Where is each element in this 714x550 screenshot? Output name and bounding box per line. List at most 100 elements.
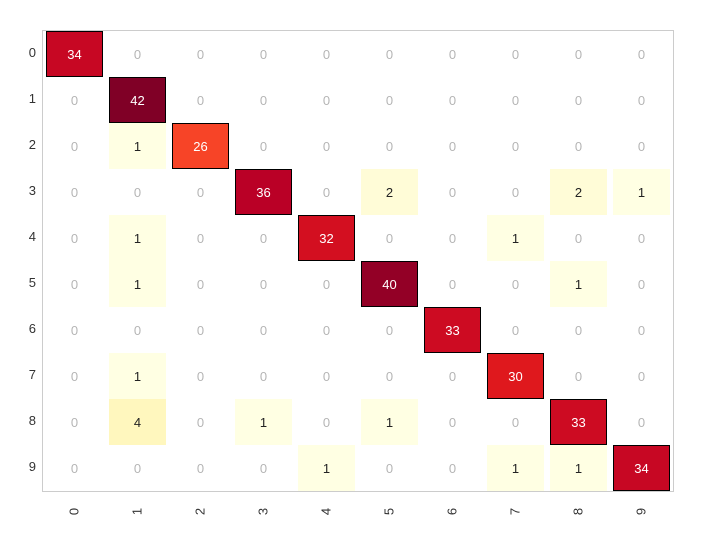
heatmap-cell: 0 bbox=[613, 77, 670, 123]
heatmap-cell: 0 bbox=[46, 399, 103, 445]
heatmap-cell: 0 bbox=[424, 353, 481, 399]
heatmap-cell: 0 bbox=[172, 169, 229, 215]
heatmap-cell: 0 bbox=[487, 169, 544, 215]
heatmap-cell: 0 bbox=[172, 307, 229, 353]
heatmap-cell: 0 bbox=[109, 445, 166, 491]
y-tick-label: 9 bbox=[6, 459, 36, 474]
heatmap-cell: 0 bbox=[487, 123, 544, 169]
heatmap-cell: 1 bbox=[487, 445, 544, 491]
heatmap-cell: 0 bbox=[550, 353, 607, 399]
heatmap-cell: 0 bbox=[235, 261, 292, 307]
heatmap-cell: 0 bbox=[172, 399, 229, 445]
y-tick-label: 2 bbox=[6, 137, 36, 152]
x-tick-label: 4 bbox=[318, 497, 333, 527]
heatmap-cell: 0 bbox=[46, 261, 103, 307]
heatmap-cell: 0 bbox=[46, 445, 103, 491]
heatmap-cell: 0 bbox=[235, 353, 292, 399]
heatmap-cell: 1 bbox=[298, 445, 355, 491]
heatmap-cell: 0 bbox=[235, 445, 292, 491]
heatmap-cell: 30 bbox=[487, 353, 544, 399]
heatmap-cell: 0 bbox=[172, 445, 229, 491]
heatmap-cell: 0 bbox=[109, 169, 166, 215]
heatmap-cell: 0 bbox=[235, 31, 292, 77]
heatmap-cell: 1 bbox=[235, 399, 292, 445]
heatmap-cell: 0 bbox=[487, 399, 544, 445]
heatmap-cell: 0 bbox=[109, 307, 166, 353]
heatmap-cell: 2 bbox=[550, 169, 607, 215]
heatmap-cell: 0 bbox=[172, 261, 229, 307]
heatmap-cell: 1 bbox=[361, 399, 418, 445]
heatmap-cell: 0 bbox=[235, 215, 292, 261]
heatmap-cell: 0 bbox=[46, 215, 103, 261]
x-tick-label: 2 bbox=[192, 497, 207, 527]
heatmap-cell: 0 bbox=[172, 215, 229, 261]
heatmap-cell: 0 bbox=[298, 307, 355, 353]
heatmap-cell: 0 bbox=[424, 169, 481, 215]
heatmap-cell: 34 bbox=[613, 445, 670, 491]
heatmap-cell: 26 bbox=[172, 123, 229, 169]
x-tick-label: 3 bbox=[255, 497, 270, 527]
plot-area: 3400000000004200000000012600000000003602… bbox=[42, 30, 674, 492]
y-tick-label: 3 bbox=[6, 183, 36, 198]
heatmap-cell: 0 bbox=[298, 123, 355, 169]
heatmap-cell: 0 bbox=[361, 307, 418, 353]
y-tick-label: 5 bbox=[6, 275, 36, 290]
heatmap-cell: 0 bbox=[298, 31, 355, 77]
heatmap-cell: 0 bbox=[361, 215, 418, 261]
heatmap-cell: 0 bbox=[550, 77, 607, 123]
heatmap-cell: 0 bbox=[550, 215, 607, 261]
heatmap-cell: 0 bbox=[613, 215, 670, 261]
heatmap-cell: 0 bbox=[361, 445, 418, 491]
heatmap-cell: 1 bbox=[109, 215, 166, 261]
heatmap-cell: 0 bbox=[424, 399, 481, 445]
heatmap-cell: 1 bbox=[109, 261, 166, 307]
heatmap-cell: 33 bbox=[550, 399, 607, 445]
x-tick-label: 1 bbox=[129, 497, 144, 527]
heatmap-cell: 0 bbox=[424, 215, 481, 261]
heatmap-cell: 0 bbox=[235, 307, 292, 353]
x-tick-label: 6 bbox=[444, 497, 459, 527]
heatmap-cell: 0 bbox=[46, 77, 103, 123]
heatmap-cell: 0 bbox=[613, 307, 670, 353]
heatmap-cell: 0 bbox=[613, 399, 670, 445]
y-tick-label: 0 bbox=[6, 45, 36, 60]
heatmap-chart: 3400000000004200000000012600000000003602… bbox=[0, 0, 714, 550]
heatmap-cell: 0 bbox=[487, 307, 544, 353]
heatmap-cell: 36 bbox=[235, 169, 292, 215]
heatmap-cell: 0 bbox=[298, 169, 355, 215]
heatmap-cell: 0 bbox=[172, 77, 229, 123]
heatmap-cell: 0 bbox=[613, 261, 670, 307]
heatmap-cell: 0 bbox=[424, 261, 481, 307]
heatmap-cell: 1 bbox=[613, 169, 670, 215]
heatmap-cell: 0 bbox=[235, 123, 292, 169]
heatmap-cell: 1 bbox=[109, 123, 166, 169]
heatmap-cell: 0 bbox=[298, 261, 355, 307]
heatmap-cell: 1 bbox=[109, 353, 166, 399]
heatmap-cell: 0 bbox=[46, 307, 103, 353]
y-tick-label: 6 bbox=[6, 321, 36, 336]
heatmap-cell: 0 bbox=[172, 31, 229, 77]
heatmap-cell: 1 bbox=[550, 445, 607, 491]
heatmap-cell: 40 bbox=[361, 261, 418, 307]
heatmap-cell: 0 bbox=[613, 353, 670, 399]
heatmap-cell: 42 bbox=[109, 77, 166, 123]
heatmap-cell: 0 bbox=[613, 31, 670, 77]
heatmap-cell: 0 bbox=[550, 31, 607, 77]
heatmap-cell: 0 bbox=[361, 123, 418, 169]
heatmap-cell: 0 bbox=[424, 445, 481, 491]
x-tick-label: 8 bbox=[570, 497, 585, 527]
heatmap-cell: 0 bbox=[46, 123, 103, 169]
heatmap-cell: 0 bbox=[487, 261, 544, 307]
heatmap-cell: 0 bbox=[361, 353, 418, 399]
heatmap-cell: 0 bbox=[46, 169, 103, 215]
heatmap-cell: 0 bbox=[424, 123, 481, 169]
heatmap-cell: 34 bbox=[46, 31, 103, 77]
heatmap-cell: 0 bbox=[613, 123, 670, 169]
heatmap-cell: 0 bbox=[109, 31, 166, 77]
heatmap-cell: 2 bbox=[361, 169, 418, 215]
heatmap-cell: 0 bbox=[298, 353, 355, 399]
y-tick-label: 8 bbox=[6, 413, 36, 428]
heatmap-cell: 0 bbox=[298, 399, 355, 445]
heatmap-cell: 0 bbox=[424, 77, 481, 123]
heatmap-cell: 0 bbox=[298, 77, 355, 123]
